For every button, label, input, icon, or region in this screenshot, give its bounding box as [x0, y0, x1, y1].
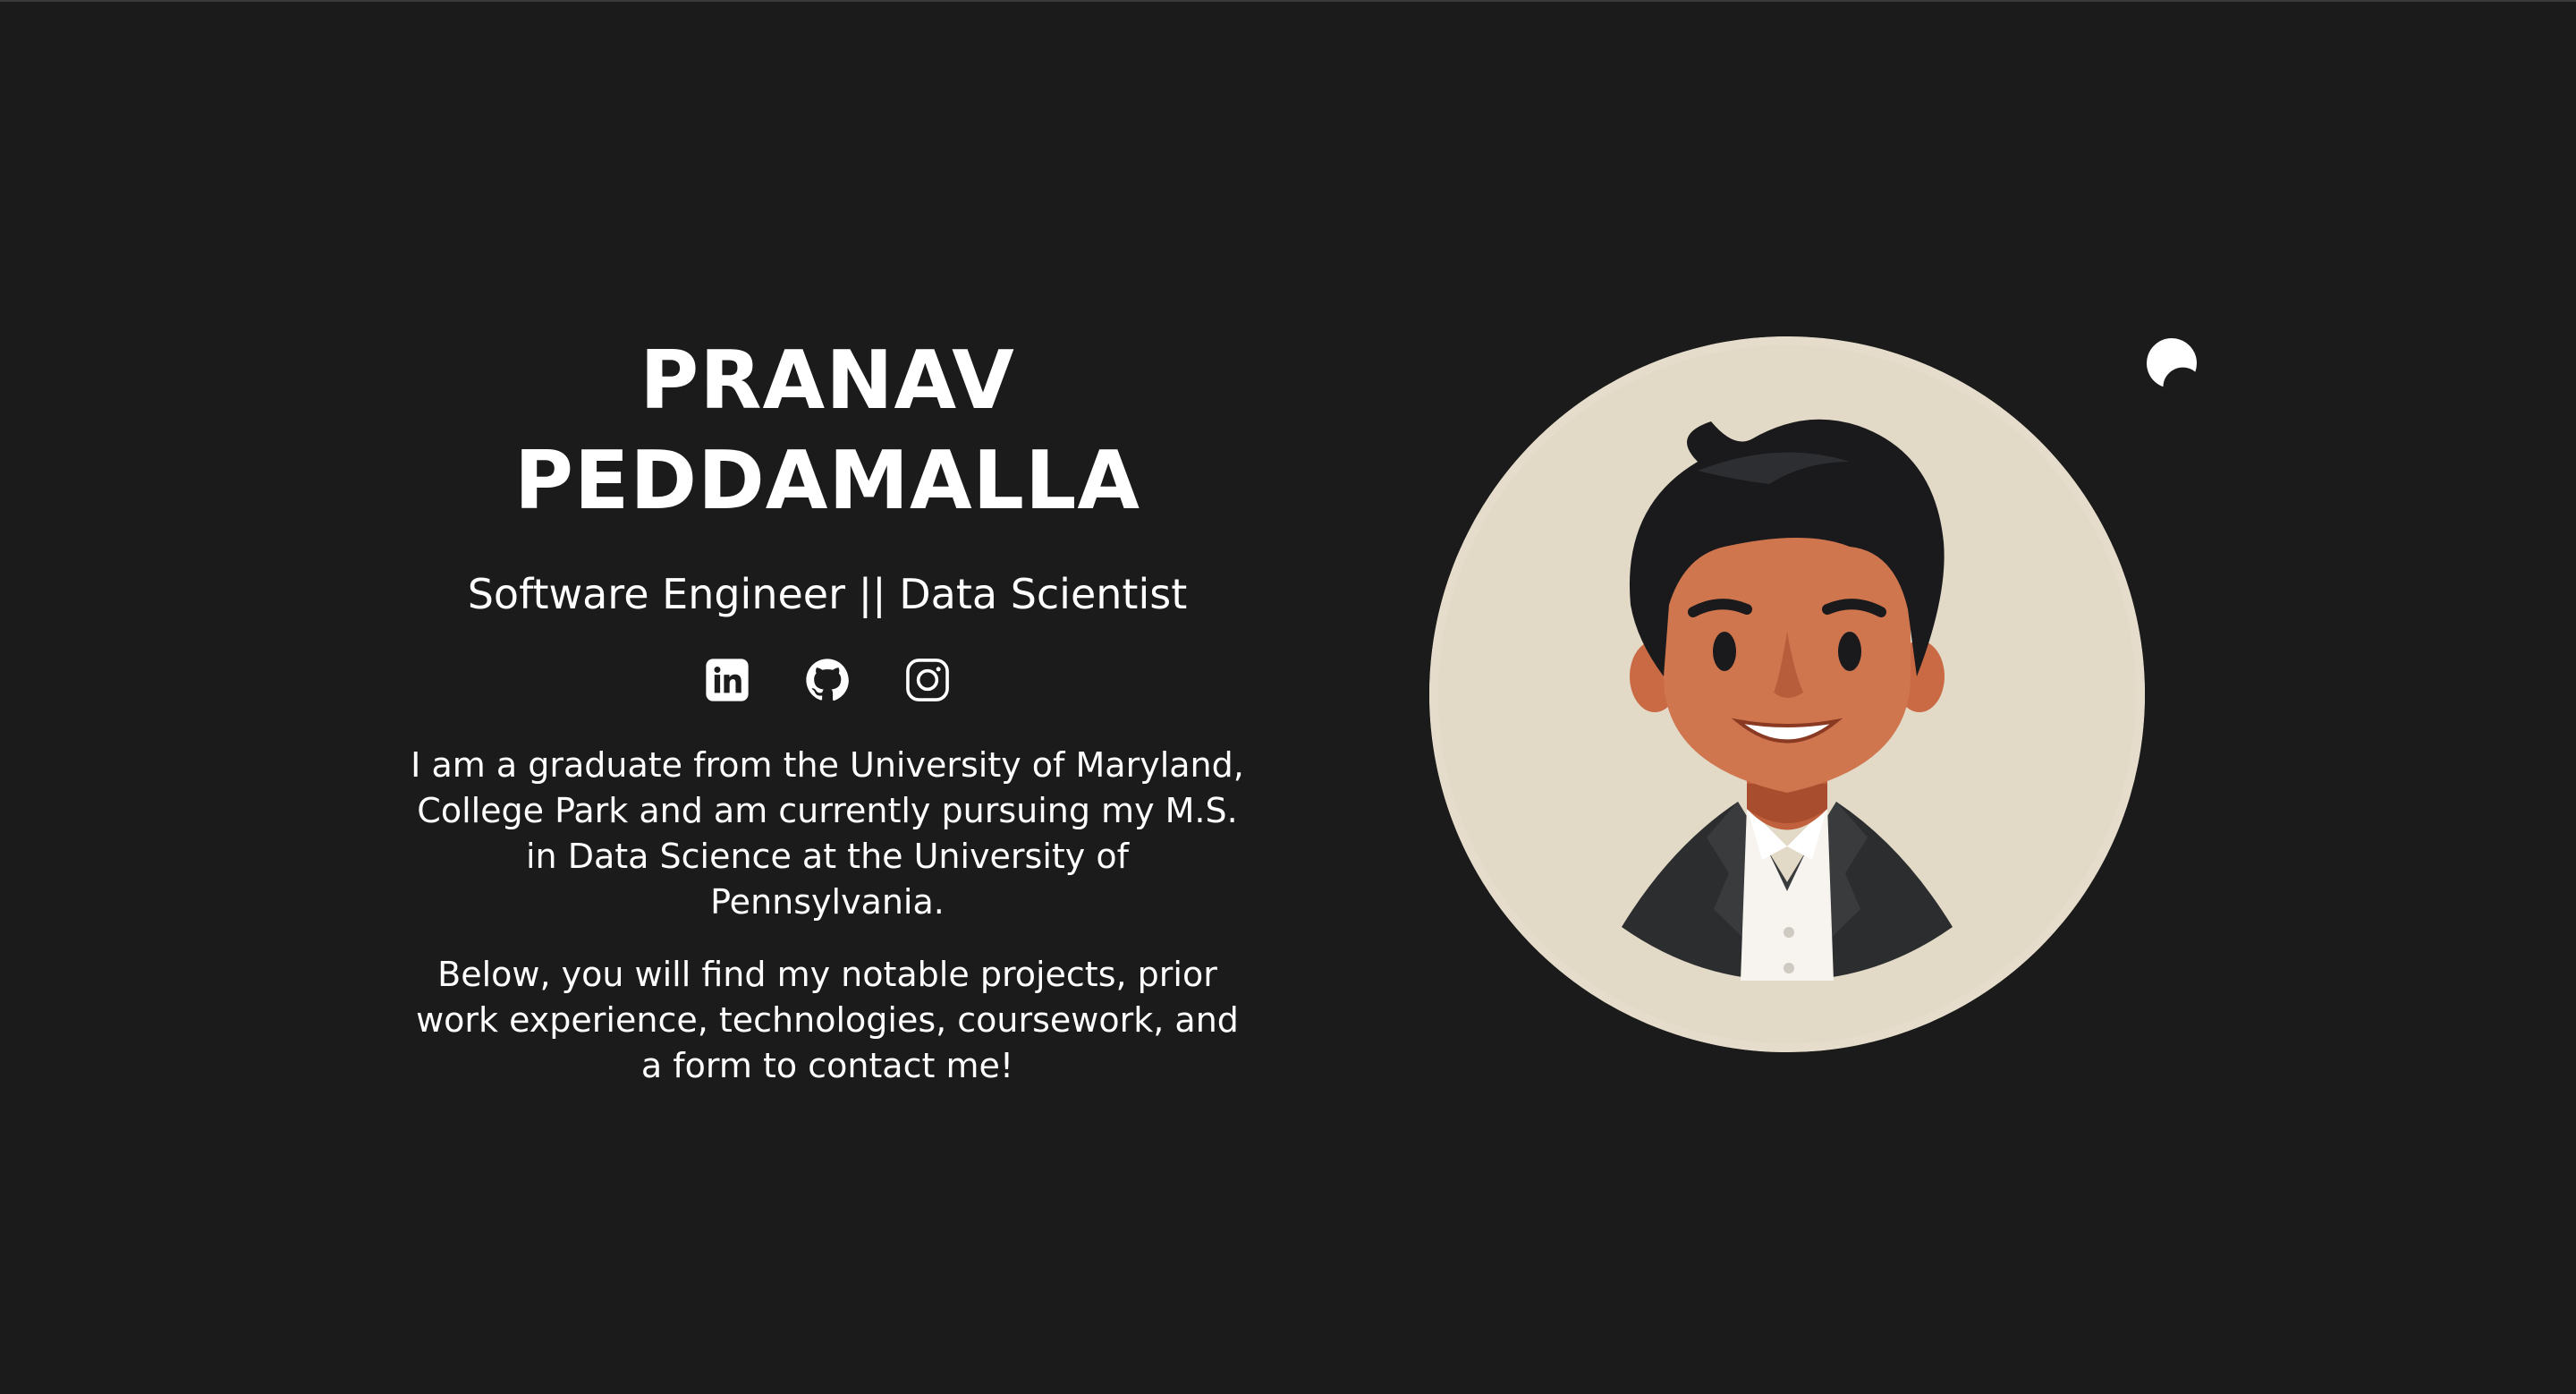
- bio-paragraph: Below, you will find my notable projects…: [416, 955, 1239, 1085]
- hero-intro: PRANAV PEDDAMALLA Software Engineer || D…: [394, 331, 1261, 1089]
- avatar: [1429, 336, 2145, 1052]
- hero-name: PRANAV PEDDAMALLA: [394, 331, 1261, 531]
- github-link[interactable]: [802, 655, 852, 705]
- top-border: [0, 0, 2576, 2]
- bio-paragraph: I am a graduate from the University of M…: [411, 745, 1244, 922]
- linkedin-icon: [706, 659, 749, 701]
- theme-toggle-button[interactable]: [2143, 335, 2200, 392]
- hero-tagline: Software Engineer || Data Scientist: [467, 570, 1188, 618]
- linkedin-link[interactable]: [702, 655, 752, 705]
- instagram-icon: [906, 659, 949, 701]
- hero-name-last: PEDDAMALLA: [513, 434, 1141, 528]
- social-links: [394, 655, 1261, 705]
- github-icon: [806, 659, 849, 701]
- hero-name-first: PRANAV: [640, 334, 1015, 428]
- moon-icon: [2147, 338, 2197, 387]
- instagram-link[interactable]: [902, 655, 953, 705]
- avatar-illustration: [1429, 336, 2145, 1052]
